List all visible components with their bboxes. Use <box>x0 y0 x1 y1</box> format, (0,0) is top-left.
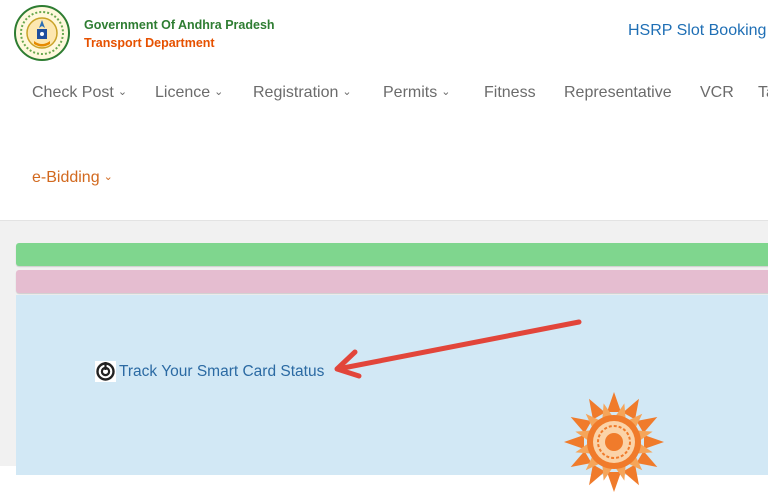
ap-state-emblem-icon[interactable] <box>14 5 70 61</box>
nav-item-label: Licence <box>155 84 211 101</box>
nav-item-licence[interactable]: Licence ⌄ <box>155 84 223 102</box>
site-header: Government Of Andhra Pradesh Transport D… <box>0 0 768 221</box>
hsrp-slot-booking-link[interactable]: HSRP Slot Booking⌄ <box>628 22 768 40</box>
nav-item-ta[interactable]: Ta <box>758 84 768 102</box>
nav-item-label: Representative <box>564 84 672 101</box>
track-smart-card-status-label: Track Your Smart Card Status <box>119 362 325 380</box>
nav-item-fitness[interactable]: Fitness <box>484 84 536 102</box>
nav-item-permits[interactable]: Permits ⌄ <box>383 84 450 102</box>
smart-card-status-icon <box>95 361 116 382</box>
nav-item-check-post[interactable]: Check Post ⌄ <box>32 84 127 102</box>
nav-item-label: Fitness <box>484 84 536 101</box>
main-nav: Check Post ⌄ Licence ⌄ Registration ⌄ Permi… <box>0 84 768 108</box>
chevron-down-icon: ⌄ <box>342 86 352 98</box>
chevron-down-icon: ⌄ <box>441 86 451 98</box>
chevron-down-icon: ⌄ <box>117 86 128 98</box>
department-title: Transport Department <box>84 36 215 50</box>
nav-item-vcr[interactable]: VCR <box>700 84 734 102</box>
nav-item-label: Check Post <box>32 84 114 101</box>
pink-notice-bar <box>16 270 768 293</box>
government-title: Government Of Andhra Pradesh <box>84 18 275 32</box>
track-smart-card-status-link[interactable]: Track Your Smart Card Status <box>95 361 324 383</box>
nav-item-label: Registration <box>253 84 339 101</box>
sun-logo-icon <box>564 392 664 492</box>
nav-item-label: Ta <box>758 84 768 101</box>
nav-item-representative[interactable]: Representative <box>564 84 672 102</box>
hsrp-label: HSRP Slot Booking <box>628 22 767 39</box>
red-arrow-annotation <box>334 319 582 379</box>
nav-item-label: VCR <box>700 84 734 101</box>
chevron-down-icon: ⌄ <box>214 86 224 98</box>
nav-item-label: e-Bidding <box>32 169 100 186</box>
chevron-down-icon: ⌄ <box>103 171 113 183</box>
nav-item-registration[interactable]: Registration ⌄ <box>253 84 352 102</box>
nav-item-label: Permits <box>383 84 438 101</box>
nav-item-e-bidding[interactable]: e-Bidding ⌄ <box>32 169 113 187</box>
green-notice-bar <box>16 243 768 266</box>
